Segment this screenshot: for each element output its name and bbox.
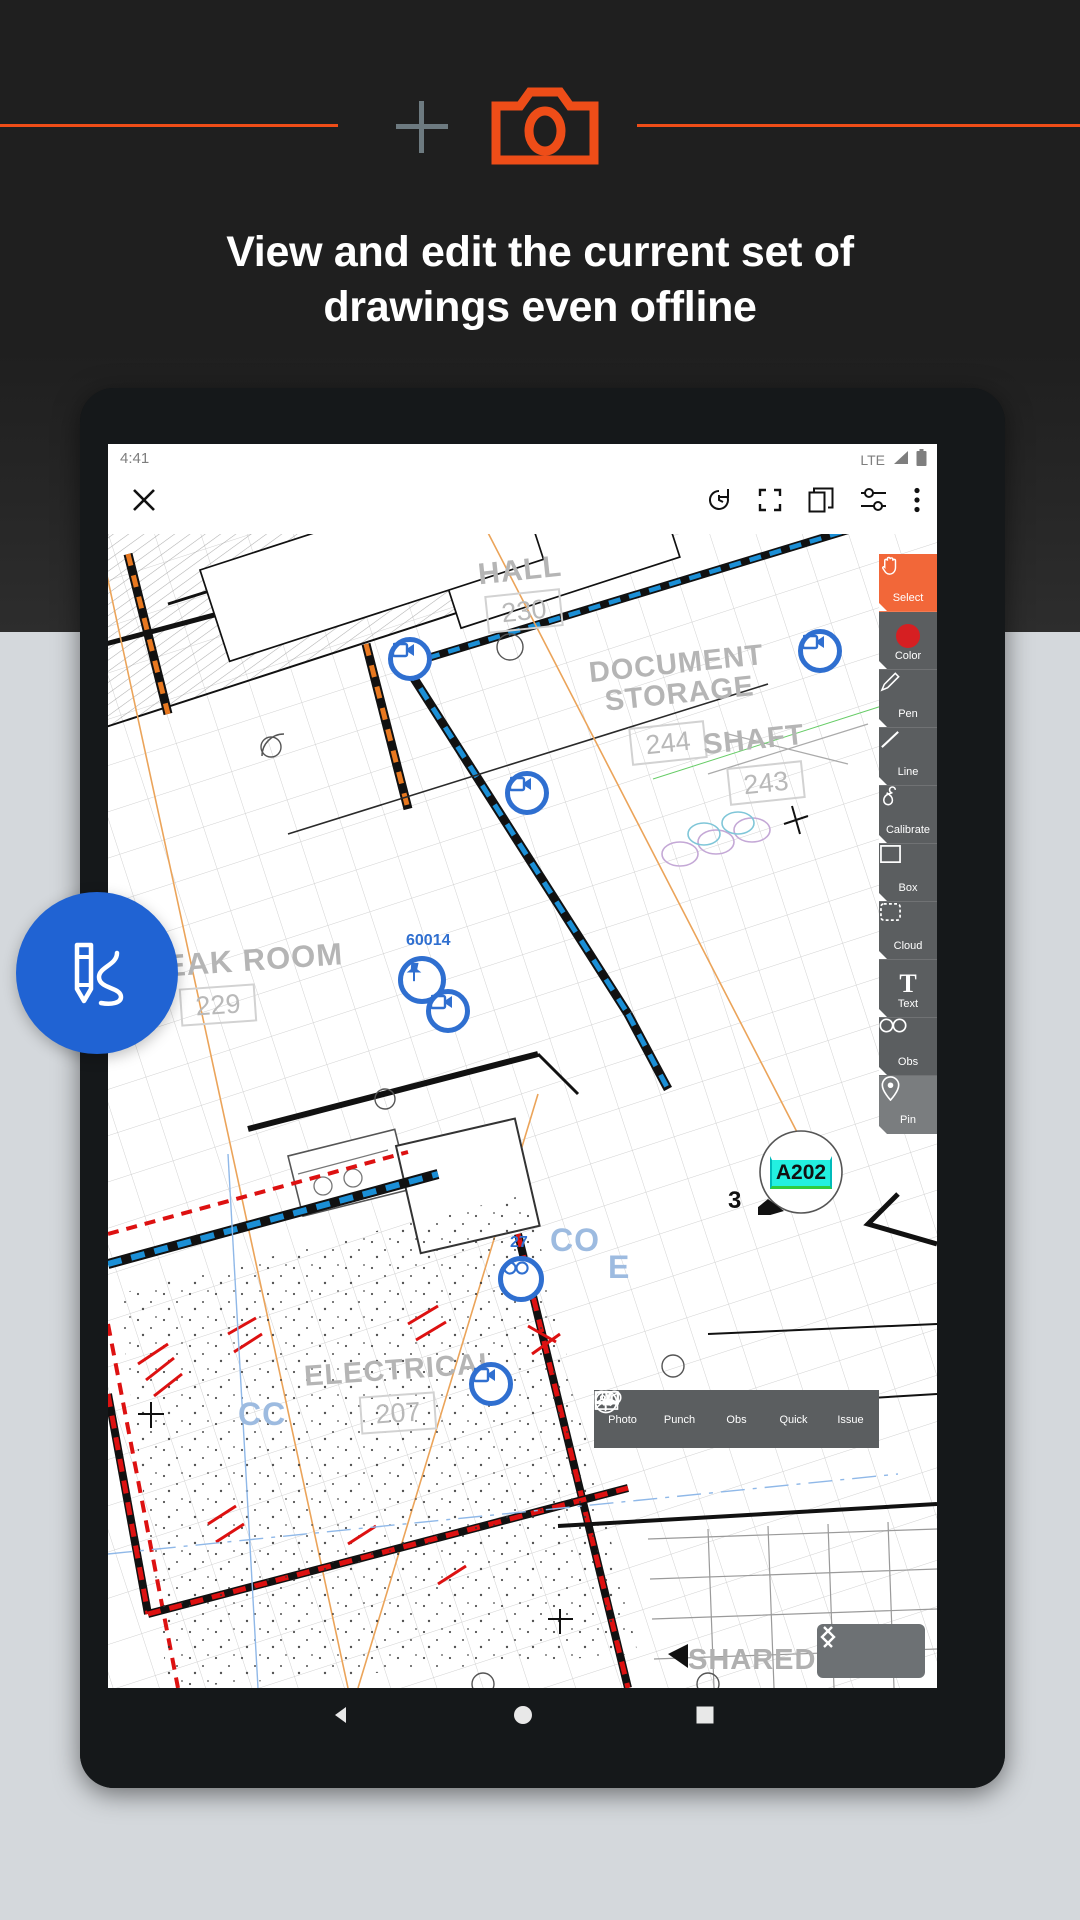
- marker-video-4[interactable]: [426, 989, 470, 1033]
- marker-video-5[interactable]: [469, 1362, 513, 1406]
- room-number: 207: [358, 1391, 438, 1435]
- marker-video-2[interactable]: [798, 629, 842, 673]
- close-icon[interactable]: [130, 486, 158, 519]
- text-icon: T: [899, 968, 917, 998]
- annotation-issue[interactable]: Issue: [594, 1390, 879, 1448]
- annotation-type-bar[interactable]: Photo Punch Obs Quick Issue: [594, 1390, 879, 1448]
- overflow-menu-icon[interactable]: [913, 487, 921, 518]
- tool-label: Cloud: [893, 939, 923, 952]
- copy-sheets-icon[interactable]: [808, 487, 834, 518]
- promo-screenshot: View and edit the current set of drawing…: [0, 0, 1080, 1920]
- floor-plan-vector: [108, 534, 937, 1688]
- grid-label-cc: CC: [238, 1396, 287, 1432]
- sheet-callout[interactable]: A202 3: [728, 1129, 844, 1215]
- annotation-label: Punch: [663, 1414, 696, 1426]
- annotation-quick[interactable]: Quick: [595, 1390, 822, 1448]
- filters-icon[interactable]: [860, 487, 887, 518]
- pencil-markup-icon: [53, 927, 141, 1020]
- square-recents-icon[interactable]: [694, 1704, 716, 1731]
- tool-label: Pen: [898, 707, 918, 720]
- status-time: 4:41: [120, 450, 150, 467]
- tool-label: Line: [897, 765, 919, 778]
- tablet-device: 4:41 LTE HALL 230 DOCUMENT STORAGE 244 S…: [80, 388, 1005, 1788]
- tool-label: Obs: [897, 1055, 919, 1068]
- tool-corner-marker: [879, 719, 887, 727]
- tool-corner-marker: [879, 951, 887, 959]
- tablet-bezel: 4:41 LTE HALL 230 DOCUMENT STORAGE 244 S…: [80, 388, 1005, 1788]
- callout-detail-number: 3: [728, 1187, 742, 1214]
- app-badge: [16, 892, 178, 1054]
- tool-corner-marker: [879, 661, 887, 669]
- annotation-label: Obs: [726, 1414, 747, 1426]
- grid-label-co: CO: [550, 1222, 600, 1258]
- tool-box[interactable]: Box: [879, 844, 937, 902]
- headline-line-1: View and edit the current set of: [226, 228, 854, 276]
- battery-icon: [916, 449, 927, 470]
- room-number: 230: [484, 588, 564, 634]
- tool-cloud[interactable]: Cloud: [879, 902, 937, 960]
- callout-sheet-number: A202: [769, 1155, 833, 1189]
- triangle-back-icon[interactable]: [330, 1704, 352, 1731]
- tool-label: Pin: [900, 1114, 916, 1126]
- android-nav-bar[interactable]: [108, 1688, 937, 1746]
- annotation-label: Quick: [779, 1414, 808, 1426]
- color-dot-icon: [896, 623, 920, 648]
- status-bar: 4:41 LTE: [108, 444, 937, 474]
- tool-select[interactable]: Select: [879, 554, 937, 612]
- tool-corner-marker: [879, 1067, 887, 1075]
- marker-tag-60014: 60014: [406, 932, 451, 949]
- tool-label: Calibrate: [885, 823, 931, 836]
- tool-corner-marker: [879, 603, 887, 611]
- annotation-label: Issue: [837, 1414, 864, 1426]
- tool-corner-marker: [879, 835, 887, 843]
- markup-tool-rail[interactable]: Select Color Pen Line Calibrate Box Clou…: [879, 554, 937, 1134]
- fullscreen-icon[interactable]: [758, 488, 782, 517]
- annotation-obs[interactable]: Obs: [594, 1390, 765, 1448]
- tool-label: Select: [892, 591, 924, 604]
- room-number: 229: [178, 983, 258, 1027]
- annotation-label: Photo: [608, 1414, 637, 1426]
- tool-line[interactable]: Line: [879, 728, 937, 786]
- status-network-label: LTE: [860, 451, 885, 468]
- sheet-pager[interactable]: [817, 1624, 925, 1678]
- tool-calibrate[interactable]: Calibrate: [879, 786, 937, 844]
- tool-label: Text: [897, 997, 919, 1010]
- tool-label: Box: [898, 881, 918, 894]
- app-toolbar: [108, 474, 937, 534]
- circle-home-icon[interactable]: [512, 1704, 534, 1731]
- tool-corner-marker: [879, 1009, 887, 1017]
- tool-corner-marker: [879, 893, 887, 901]
- marker-tag-27: 27: [510, 1234, 528, 1251]
- tool-pin[interactable]: Pin: [879, 1076, 937, 1134]
- divider-line-left: [0, 124, 338, 127]
- signal-bars-icon: [892, 450, 909, 469]
- room-label: SHARED: [688, 1644, 817, 1676]
- page-title: View and edit the current set of drawing…: [0, 225, 1080, 335]
- tool-text[interactable]: T Text: [879, 960, 937, 1018]
- marker-video-3[interactable]: [505, 771, 549, 815]
- tablet-screen: 4:41 LTE HALL 230 DOCUMENT STORAGE 244 S…: [108, 444, 937, 1688]
- tool-corner-marker: [879, 777, 887, 785]
- camera-icon: [490, 86, 600, 166]
- tool-obs[interactable]: Obs: [879, 1018, 937, 1076]
- drawing-canvas[interactable]: HALL 230 DOCUMENT STORAGE 244 SHAFT 243 …: [108, 534, 937, 1688]
- tool-pen[interactable]: Pen: [879, 670, 937, 728]
- tool-label: Color: [894, 649, 922, 662]
- headline-line-2: drawings even offline: [323, 283, 757, 332]
- marker-video-1[interactable]: [388, 637, 432, 681]
- divider-line-right: [637, 124, 1080, 127]
- tool-color[interactable]: Color: [879, 612, 937, 670]
- annotation-punch[interactable]: Punch: [595, 1390, 708, 1448]
- plus-icon: [396, 101, 448, 153]
- history-icon[interactable]: [706, 487, 732, 518]
- room-number: 244: [628, 720, 708, 766]
- tool-corner-marker: [879, 1126, 887, 1134]
- marker-obs-27[interactable]: [498, 1256, 544, 1302]
- grid-label-e: E: [608, 1249, 631, 1285]
- room-number: 243: [726, 760, 806, 806]
